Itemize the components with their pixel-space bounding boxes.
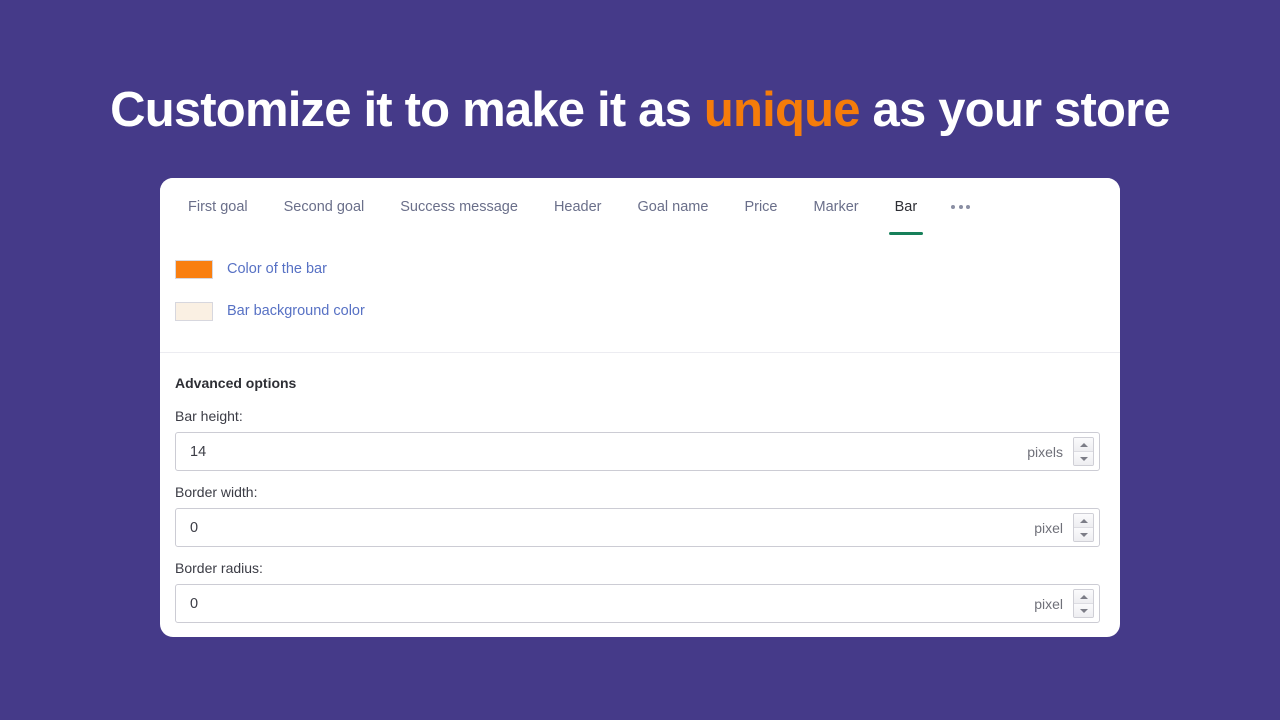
tab-label: Header <box>553 198 602 215</box>
border-width-stepper[interactable] <box>1073 513 1094 542</box>
bar-height-input-wrapper[interactable]: pixels <box>175 432 1100 471</box>
tab-goal-name[interactable]: Goal name <box>620 178 727 235</box>
border-radius-input[interactable] <box>176 585 1035 622</box>
chevron-down-icon <box>1079 456 1088 461</box>
border-radius-label: Border radius: <box>175 560 263 576</box>
border-radius-input-wrapper[interactable]: pixel <box>175 584 1100 623</box>
border-width-label: Border width: <box>175 484 258 500</box>
field-border-radius: Border radius: pixel <box>175 560 1100 623</box>
border-width-input[interactable] <box>176 509 1035 546</box>
chevron-down-icon <box>1079 608 1088 613</box>
tab-label: Second goal <box>283 198 365 215</box>
tab-label: Goal name <box>637 198 709 215</box>
bar-height-label: Bar height: <box>175 408 243 424</box>
border-radius-unit: pixel <box>1034 595 1063 612</box>
stepper-up-button[interactable] <box>1074 590 1093 604</box>
field-border-width: Border width: pixel <box>175 484 1100 547</box>
tab-success-message[interactable]: Success message <box>382 178 536 235</box>
tab-label: Success message <box>400 198 518 215</box>
field-bar-height: Bar height: pixels <box>175 408 1100 471</box>
headline-prefix: Customize it to make it as <box>110 83 704 137</box>
tab-first-goal[interactable]: First goal <box>172 178 266 235</box>
stepper-up-button[interactable] <box>1074 514 1093 528</box>
color-row-bar-background: Bar background color <box>160 296 1120 326</box>
tab-label: Price <box>744 198 778 215</box>
tab-bar: First goal Second goal Success message H… <box>160 178 1120 235</box>
page-title: Customize it to make it as unique as you… <box>0 82 1280 140</box>
bar-color-label[interactable]: Color of the bar <box>227 261 327 277</box>
border-width-unit: pixel <box>1034 519 1063 536</box>
tab-price[interactable]: Price <box>726 178 795 235</box>
chevron-up-icon <box>1079 442 1088 447</box>
settings-card: First goal Second goal Success message H… <box>160 178 1120 637</box>
bar-background-color-label[interactable]: Bar background color <box>227 303 365 319</box>
bar-background-color-swatch[interactable] <box>175 301 213 321</box>
tab-bar[interactable]: Bar <box>877 178 936 235</box>
tab-label: First goal <box>188 198 248 215</box>
border-width-input-wrapper[interactable]: pixel <box>175 508 1100 547</box>
stepper-down-button[interactable] <box>1074 528 1093 541</box>
chevron-up-icon <box>1079 594 1088 599</box>
ellipsis-icon <box>951 204 971 209</box>
headline-accent-word: unique <box>703 83 861 137</box>
tab-label: Marker <box>813 198 859 215</box>
bar-color-swatch[interactable] <box>175 259 213 279</box>
border-radius-stepper[interactable] <box>1073 589 1094 618</box>
tab-marker[interactable]: Marker <box>795 178 876 235</box>
advanced-options-title: Advanced options <box>175 375 297 391</box>
bar-height-input[interactable] <box>176 433 1028 470</box>
stepper-down-button[interactable] <box>1074 452 1093 465</box>
tab-header[interactable]: Header <box>536 178 620 235</box>
chevron-up-icon <box>1079 518 1088 523</box>
color-row-bar: Color of the bar <box>160 254 1120 284</box>
headline-suffix: as your store <box>859 83 1171 137</box>
advanced-options-section: Advanced options Bar height: pixels Bord… <box>160 353 1120 623</box>
bar-height-stepper[interactable] <box>1073 437 1094 466</box>
color-settings-section: Color of the bar Bar background color <box>160 235 1120 353</box>
tab-second-goal[interactable]: Second goal <box>266 178 383 235</box>
stepper-up-button[interactable] <box>1074 438 1093 452</box>
bar-height-unit: pixels <box>1027 443 1063 460</box>
stepper-down-button[interactable] <box>1074 604 1093 617</box>
tab-overflow-button[interactable] <box>935 178 986 235</box>
chevron-down-icon <box>1079 532 1088 537</box>
tab-label: Bar <box>894 198 918 215</box>
